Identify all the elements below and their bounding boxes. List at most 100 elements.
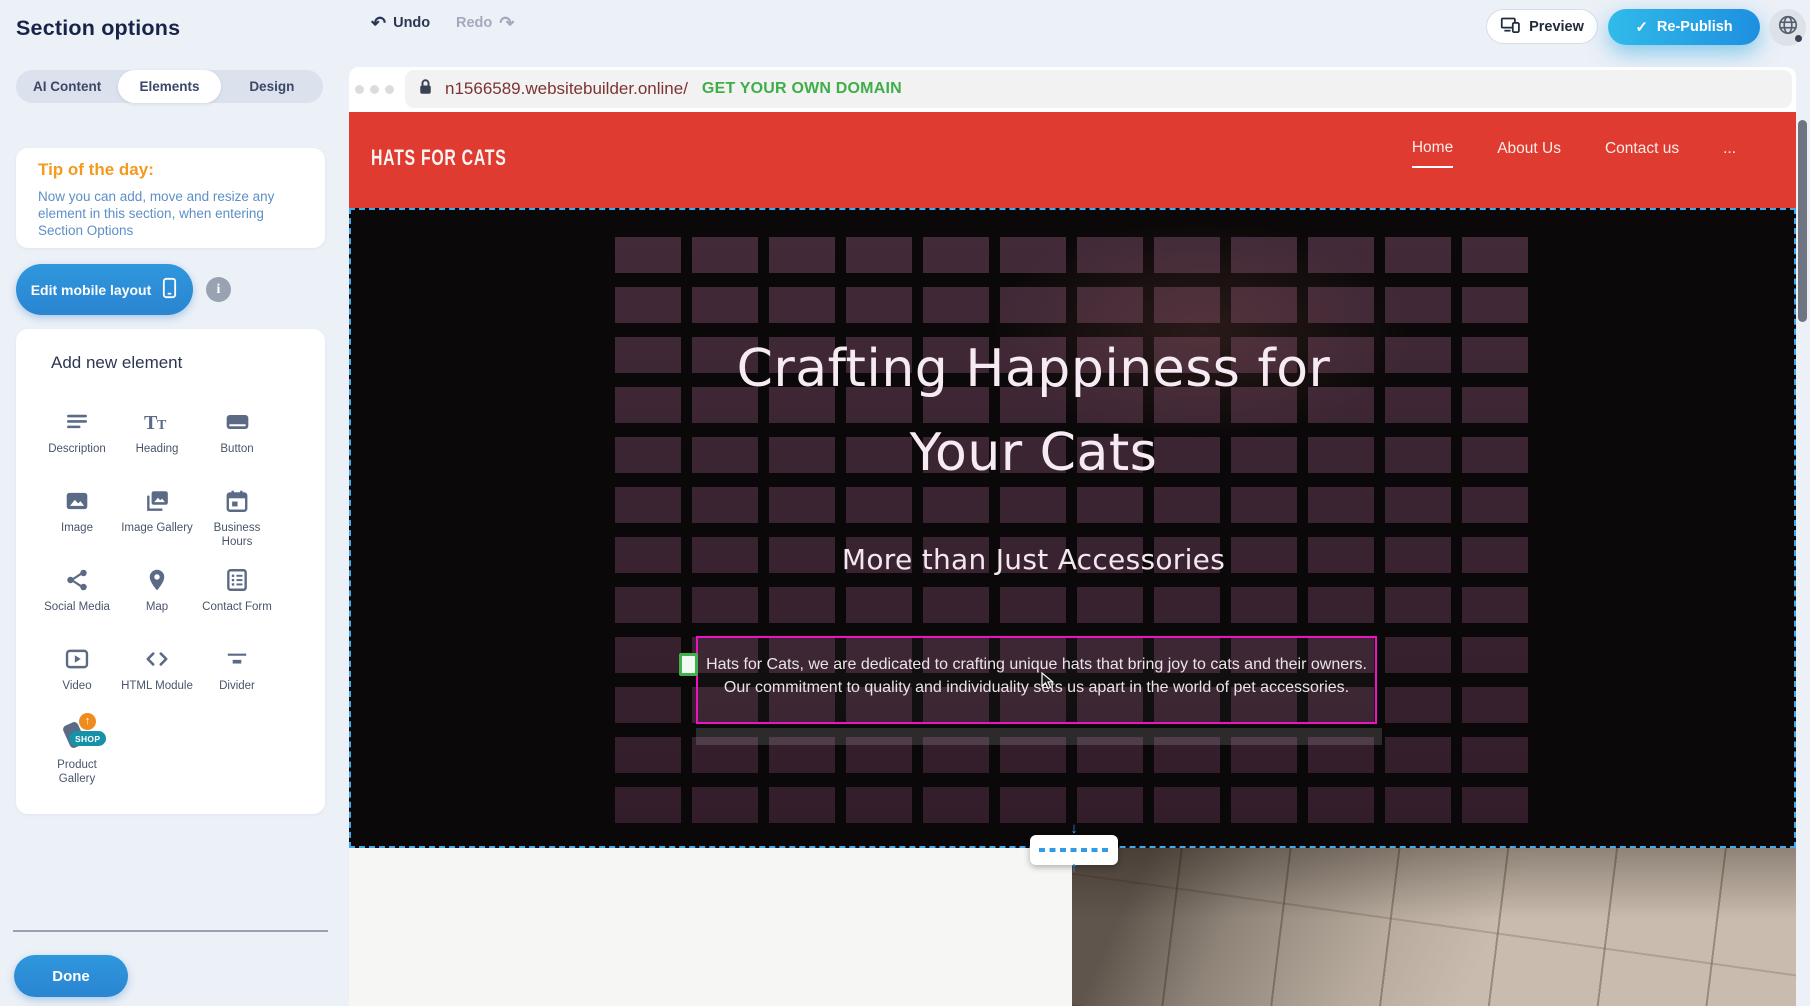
add-element-image-gallery[interactable]: Image Gallery: [117, 474, 197, 553]
undo-label: Undo: [393, 15, 430, 31]
element-label: Social Media: [44, 600, 110, 614]
preview-label: Preview: [1529, 19, 1584, 35]
globe-badge-dot: [1795, 35, 1802, 42]
address-bar[interactable]: n1566589.websitebuilder.online/ GET YOUR…: [405, 70, 1792, 108]
republish-button[interactable]: ✓ Re-Publish: [1608, 9, 1760, 45]
arrow-up-icon: ↑: [1030, 862, 1118, 874]
tip-body: Now you can add, move and resize any ele…: [38, 188, 310, 239]
republish-label: Re-Publish: [1657, 19, 1733, 35]
divider-icon: [222, 644, 252, 674]
check-icon: ✓: [1635, 18, 1648, 36]
nav-contact-us[interactable]: Contact us: [1605, 140, 1679, 167]
add-element-business-hours[interactable]: Business Hours: [197, 474, 277, 553]
panel-divider: [13, 930, 328, 932]
preview-button[interactable]: Preview: [1486, 9, 1598, 44]
hero-heading-line1: Crafting Happiness for: [312, 339, 1755, 399]
edit-mobile-label: Edit mobile layout: [31, 282, 152, 298]
html-module-icon: [142, 644, 172, 674]
tip-title: Tip of the day:: [38, 160, 154, 180]
add-element-description[interactable]: Description: [37, 395, 117, 474]
add-element-image[interactable]: Image: [37, 474, 117, 553]
undo-icon: ↶: [371, 16, 386, 30]
add-element-heading[interactable]: TT Heading: [117, 395, 197, 474]
devices-icon: [1500, 15, 1521, 39]
site-nav: Home About Us Contact us ...: [1412, 139, 1736, 168]
hero-body-text: Hats for Cats, we are dedicated to craft…: [698, 653, 1375, 699]
video-icon: [62, 644, 92, 674]
svg-text:T: T: [144, 412, 158, 434]
resize-dashed-line: [1039, 848, 1109, 852]
image-gallery-icon: [142, 486, 172, 516]
phone-icon: [161, 277, 178, 302]
info-icon[interactable]: i: [206, 277, 231, 302]
add-element-product-gallery[interactable]: ↑ SHOP Product Gallery: [37, 711, 117, 790]
button-icon: [222, 407, 252, 437]
element-hover-strip: [696, 728, 1382, 745]
element-label: Image: [61, 521, 93, 535]
section-resize-handle[interactable]: ↓ ↑: [1030, 835, 1118, 865]
svg-text:T: T: [157, 418, 167, 433]
add-element-title: Add new element: [51, 353, 182, 373]
image-icon: [62, 486, 92, 516]
nav-home[interactable]: Home: [1412, 139, 1453, 168]
element-label: HTML Module: [121, 679, 193, 693]
page-title: Section options: [16, 16, 180, 41]
tip-of-the-day-card: Tip of the day: Now you can add, move an…: [16, 148, 325, 248]
done-button[interactable]: Done: [14, 955, 128, 997]
social-media-icon: [62, 565, 92, 595]
hero-subheading: More than Just Accessories: [312, 543, 1755, 576]
shop-badge: SHOP: [69, 731, 106, 746]
add-element-card: Add new element Description TT Heading B…: [16, 329, 325, 814]
upgrade-arrow-badge: ↑: [79, 713, 96, 730]
nav-about-us[interactable]: About Us: [1497, 140, 1561, 167]
nav-more[interactable]: ...: [1723, 140, 1736, 167]
add-element-button[interactable]: Button: [197, 395, 277, 474]
add-element-divider[interactable]: Divider: [197, 632, 277, 711]
site-header: HATS FOR CATS Home About Us Contact us .…: [349, 112, 1796, 208]
add-element-social-media[interactable]: Social Media: [37, 553, 117, 632]
tab-elements[interactable]: Elements: [118, 70, 220, 103]
heading-icon: TT: [142, 407, 172, 437]
redo-label: Redo: [456, 15, 492, 31]
add-element-html-module[interactable]: HTML Module: [117, 632, 197, 711]
site-logo[interactable]: HATS FOR CATS: [371, 145, 506, 171]
browser-dot-3: [385, 85, 394, 94]
hero-heading-line2: Your Cats: [312, 423, 1755, 483]
scrollbar-thumb[interactable]: [1798, 120, 1807, 322]
tab-design[interactable]: Design: [221, 70, 323, 103]
add-element-video[interactable]: Video: [37, 632, 117, 711]
next-section-floor-image: [1072, 848, 1796, 1006]
element-drag-handle[interactable]: [679, 653, 698, 676]
add-element-grid: Description TT Heading Button Image: [37, 395, 277, 790]
element-label: Divider: [219, 679, 255, 693]
element-label: Business Hours: [200, 521, 274, 549]
map-icon: [142, 565, 172, 595]
get-your-own-domain-link[interactable]: GET YOUR OWN DOMAIN: [702, 80, 902, 98]
redo-button[interactable]: Redo ↷: [456, 15, 514, 31]
next-section-blank: [349, 848, 1072, 1006]
app-window: Section options ↶ Undo Redo ↷ Preview ✓ …: [0, 0, 1810, 1006]
tab-ai-content[interactable]: AI Content: [16, 70, 118, 103]
element-label: Heading: [136, 442, 179, 456]
element-label: Map: [146, 600, 168, 614]
hero-section-selected[interactable]: Crafting Happiness for Your Cats More th…: [349, 208, 1796, 848]
arrow-down-icon: ↓: [1030, 823, 1118, 835]
hero-body-line1: Hats for Cats, we are dedicated to craft…: [698, 653, 1375, 676]
description-icon: [62, 407, 92, 437]
selected-text-element[interactable]: Hats for Cats, we are dedicated to craft…: [696, 636, 1377, 724]
done-label: Done: [52, 968, 90, 985]
undo-button[interactable]: ↶ Undo: [371, 15, 430, 31]
redo-icon: ↷: [499, 16, 514, 30]
browser-dot-2: [370, 85, 379, 94]
element-label: Product Gallery: [40, 758, 114, 786]
language-globe-button[interactable]: [1769, 9, 1806, 46]
edit-mobile-layout-button[interactable]: Edit mobile layout: [16, 264, 193, 315]
element-label: Button: [220, 442, 253, 456]
product-gallery-icon: ↑ SHOP: [57, 719, 97, 753]
business-hours-icon: [222, 486, 252, 516]
element-label: Video: [62, 679, 91, 693]
mouse-cursor: [1041, 672, 1056, 695]
hero-body-line2: Our commitment to quality and individual…: [698, 676, 1375, 699]
add-element-map[interactable]: Map: [117, 553, 197, 632]
add-element-contact-form[interactable]: Contact Form: [197, 553, 277, 632]
